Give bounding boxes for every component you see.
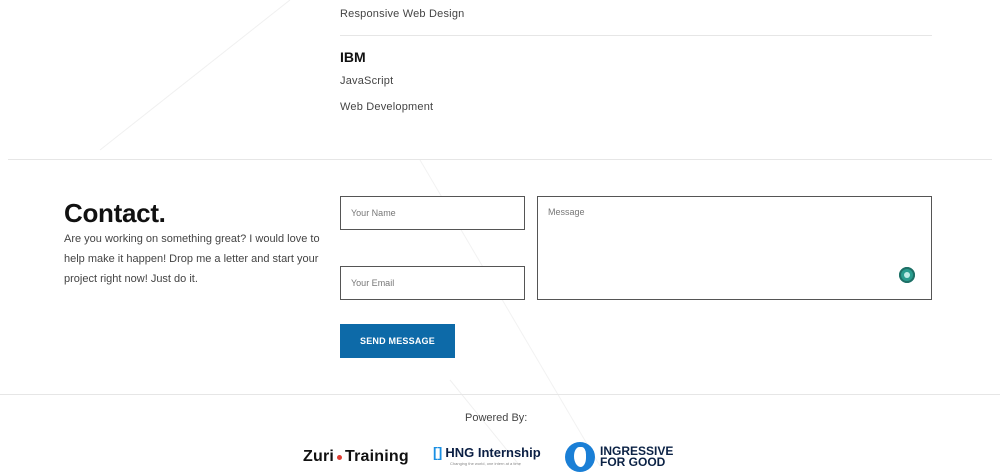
footer-divider [0,394,1000,395]
name-field[interactable] [340,196,525,230]
grammar-assistant-icon[interactable] [899,267,915,283]
message-field[interactable] [537,196,932,300]
contact-description: Are you working on something great? I wo… [64,233,320,285]
ingressive-logo-text: INGRESSIVE FOR GOOD [600,445,673,469]
hng-logo-text: HNG Internship [445,444,541,460]
hng-bracket-icon: [] [433,444,443,460]
hng-internship-logo[interactable]: [] HNG Internship [433,444,541,460]
zuri-training-logo[interactable]: Zuri Training [303,448,409,466]
contact-title: Contact. [64,198,166,228]
course-divider [340,35,932,36]
powered-by-label: Powered By: [465,412,528,424]
section-divider [8,159,992,160]
hng-tagline: Changing the world, one intern at a time [450,461,521,466]
zuri-logo-text-right: Training [345,448,409,465]
course-item-javascript: JavaScript [340,75,394,87]
course-item-responsive-web-design: Responsive Web Design [340,8,465,20]
email-field[interactable] [340,266,525,300]
zuri-logo-text-left: Zuri [303,448,335,465]
ingressive-line-2: FOR GOOD [600,455,666,469]
course-item-web-development: Web Development [340,101,434,113]
message-textarea[interactable] [538,197,931,299]
email-input[interactable] [341,267,524,299]
ingressive-for-good-logo[interactable]: INGRESSIVE FOR GOOD [565,442,673,472]
send-message-button[interactable]: SEND MESSAGE [340,324,455,358]
name-input[interactable] [341,197,524,229]
africa-globe-icon [565,442,595,472]
course-org-ibm: IBM [340,49,366,65]
zuri-logo-dot-icon [337,454,343,460]
